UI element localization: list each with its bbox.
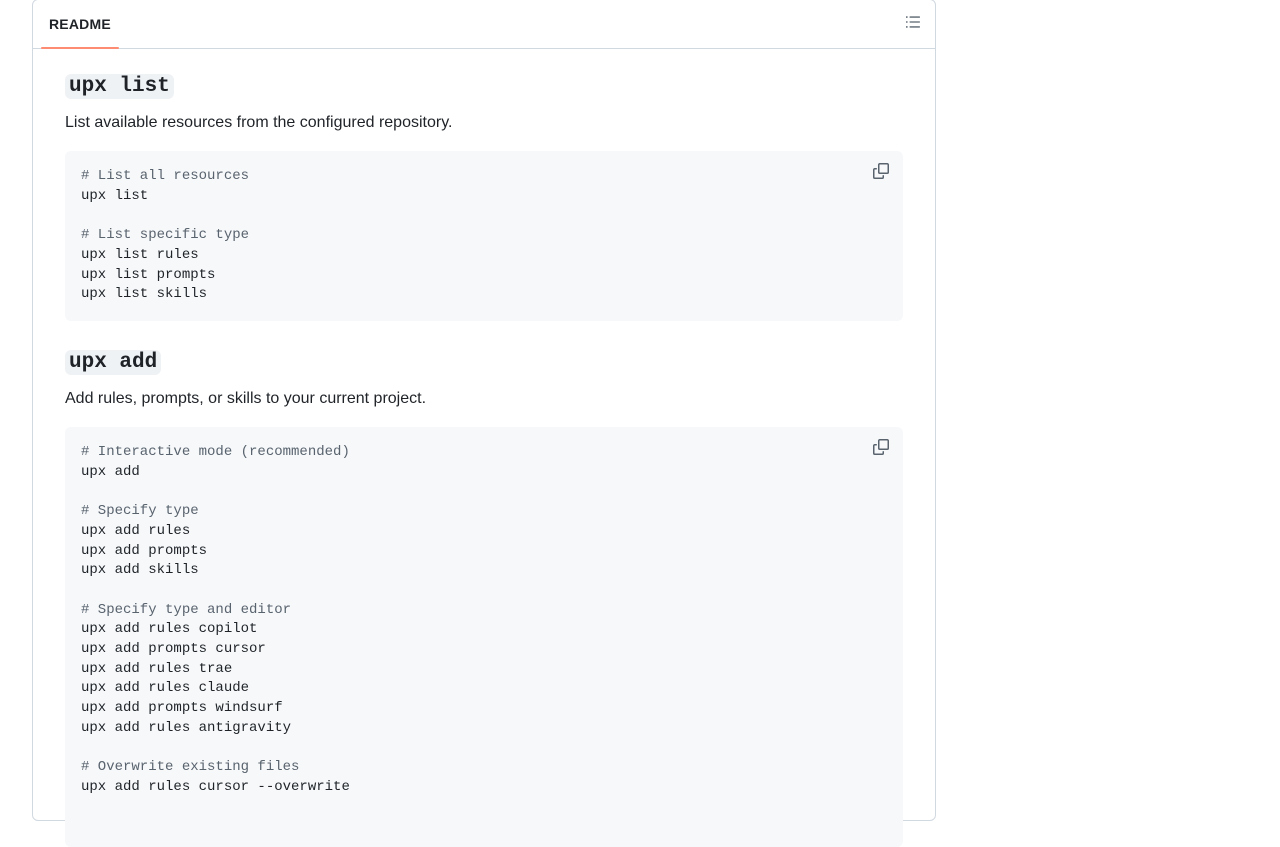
readme-header: README bbox=[33, 0, 935, 49]
section-heading: upx add bbox=[65, 345, 903, 378]
code-command-line: upx add rules claude bbox=[81, 680, 250, 697]
outline-button[interactable] bbox=[899, 10, 927, 38]
code-command-line: upx add rules bbox=[81, 522, 191, 539]
code-comment-line: # Overwrite existing files bbox=[81, 759, 300, 776]
code-command-line: upx add prompts bbox=[81, 542, 208, 559]
section-description: Add rules, prompts, or skills to your cu… bbox=[65, 390, 427, 407]
code-command-line: upx list bbox=[81, 187, 149, 204]
list-unordered-icon bbox=[905, 14, 921, 35]
code-comment-line: # List all resources bbox=[81, 168, 250, 184]
code-content[interactable]: # Interactive mode (recommended) upx add #… bbox=[81, 443, 887, 798]
section-heading: upx list bbox=[65, 69, 903, 102]
code-command-line: upx add rules cursor --overwrite bbox=[81, 778, 350, 795]
code-command-line: upx add prompts windsurf bbox=[81, 700, 283, 717]
code-content[interactable]: # List all resources upx list # List speci… bbox=[81, 167, 887, 305]
tab-readme[interactable]: README bbox=[41, 0, 119, 49]
code-command-line: upx add bbox=[81, 463, 140, 480]
code-command-line: upx add rules trae bbox=[81, 660, 233, 677]
code-command-line: upx list prompts bbox=[81, 266, 216, 283]
code-command-line: upx list skills bbox=[81, 286, 208, 303]
command-code: upx list bbox=[65, 74, 174, 99]
section-description: List available resources from the config… bbox=[65, 114, 453, 131]
copy-button[interactable] bbox=[867, 159, 895, 187]
section-upx-add: upx add Add rules, prompts, or skills to… bbox=[65, 345, 903, 847]
code-command-line: upx list rules bbox=[81, 246, 199, 263]
code-comment-line: # List specific type bbox=[81, 227, 250, 244]
readme-panel: README upx list List available resources… bbox=[32, 0, 936, 847]
code-block: # List all resources upx list # List speci… bbox=[65, 151, 903, 321]
code-command-line: upx add rules copilot bbox=[81, 621, 258, 638]
code-command-line: upx add rules antigravity bbox=[81, 719, 292, 736]
code-command-line: upx add prompts cursor bbox=[81, 641, 266, 657]
code-command-line: upx add skills bbox=[81, 562, 199, 579]
code-comment-line: # Specify type and editor bbox=[81, 601, 292, 618]
code-comment-line: # Interactive mode (recommended) bbox=[81, 444, 350, 460]
section-upx-list: upx list List available resources from t… bbox=[65, 69, 903, 321]
code-comment-line: # Specify type bbox=[81, 503, 199, 520]
command-code: upx add bbox=[65, 350, 162, 375]
code-block: # Interactive mode (recommended) upx add #… bbox=[65, 427, 903, 847]
copy-button[interactable] bbox=[867, 435, 895, 463]
copy-icon bbox=[873, 438, 889, 460]
copy-icon bbox=[873, 162, 889, 184]
